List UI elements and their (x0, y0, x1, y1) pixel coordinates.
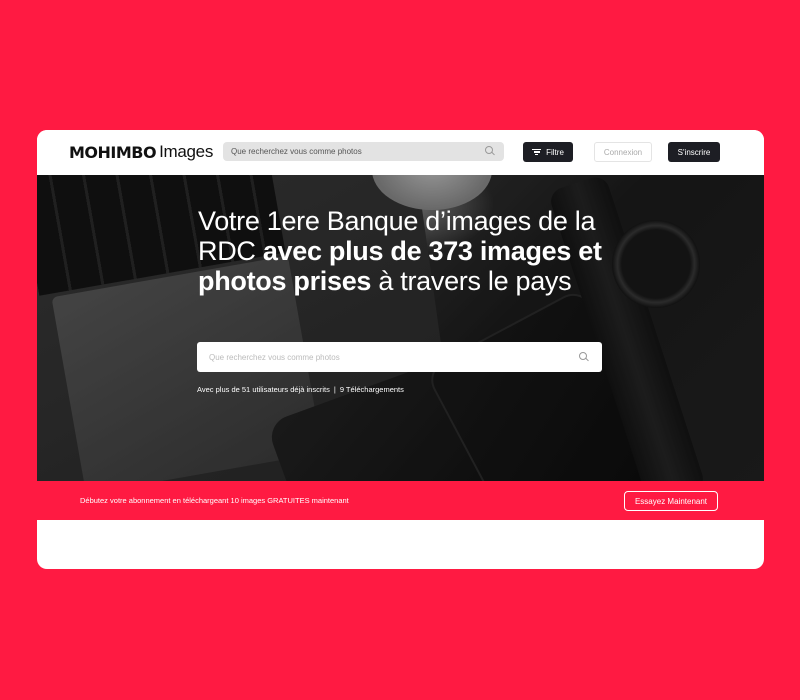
filter-button[interactable]: Filtre (523, 142, 573, 162)
filter-button-label: Filtre (546, 147, 564, 157)
browser-window: MOHIMBO Images Que recherchez vous comme… (37, 130, 764, 569)
hero-headline: Votre 1ere Banque d’images de la RDC ave… (198, 206, 618, 296)
header-search-placeholder: Que recherchez vous comme photos (231, 147, 362, 156)
hero-search-input[interactable]: Que recherchez vous comme photos (197, 342, 602, 372)
signup-button-label: S'inscrire (677, 147, 711, 157)
promo-text: Débutez votre abonnement en téléchargean… (80, 496, 349, 505)
logo-text: Images (159, 142, 214, 161)
login-button[interactable]: Connexion (594, 142, 652, 162)
hero-section: Votre 1ere Banque d’images de la RDC ave… (37, 175, 764, 481)
search-icon[interactable] (485, 146, 496, 157)
promo-banner: Débutez votre abonnement en téléchargean… (37, 481, 764, 520)
stats-separator: | (333, 385, 336, 394)
search-icon[interactable] (579, 351, 590, 363)
stats-downloads: 9 Téléchargements (339, 385, 404, 394)
stats-users: Avec plus de 51 utilisateurs déjà inscri… (197, 385, 330, 394)
filter-icon (532, 148, 542, 156)
signup-button[interactable]: S'inscrire (668, 142, 720, 162)
hero-stats: Avec plus de 51 utilisateurs déjà inscri… (197, 385, 404, 394)
try-now-button-label: Essayez Maintenant (634, 496, 708, 506)
site-logo[interactable]: MOHIMBO Images (69, 142, 213, 162)
login-button-label: Connexion (603, 147, 643, 157)
try-now-button[interactable]: Essayez Maintenant (624, 491, 718, 511)
logo-mark: MOHIMBO (69, 142, 157, 162)
header-search-input[interactable]: Que recherchez vous comme photos (223, 142, 504, 161)
top-navbar: MOHIMBO Images Que recherchez vous comme… (37, 130, 764, 175)
headline-part2: à travers le pays (371, 266, 572, 296)
hero-search-placeholder: Que recherchez vous comme photos (209, 352, 340, 362)
